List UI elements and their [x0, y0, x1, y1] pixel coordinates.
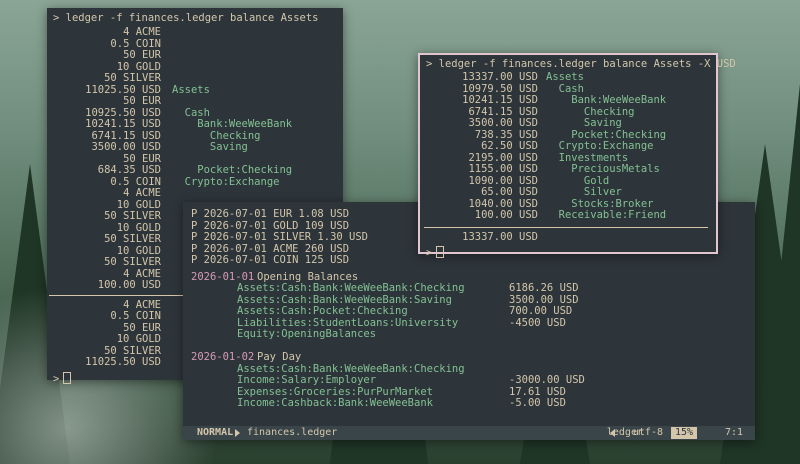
- balance-amount: 100.00 USD: [474, 209, 538, 221]
- balance-amount: 3500.00 USD: [91, 141, 161, 153]
- statusline-cursor-position: 7:1: [724, 427, 743, 438]
- posting-amount: 6186.26 USD: [509, 282, 579, 294]
- posting-amount: -5.00 USD: [509, 397, 566, 409]
- statusline-separator: [235, 429, 240, 437]
- balance-amount: 1155.00 USD: [468, 163, 538, 175]
- posting-amount: -4500 USD: [509, 316, 566, 329]
- balance-account: Assets: [546, 71, 584, 83]
- price-directive: P 2026-07-01 EUR 1.08 USD: [191, 208, 350, 220]
- mode-indicator: NORMAL: [197, 427, 234, 438]
- transaction-description: Pay Day: [257, 351, 302, 363]
- terminal-prompt: >: [53, 371, 72, 384]
- statusline-separator-right: [610, 429, 615, 437]
- posting-amount: 700.00 USD: [509, 305, 573, 317]
- balance-account: Assets: [172, 83, 210, 96]
- command-line: > ledger -f finances.ledger balance Asse…: [53, 12, 319, 24]
- price-directive: P 2026-07-01 SILVER 1.30 USD: [191, 231, 369, 243]
- balance-account: Bank:WeeWeeBank: [546, 94, 667, 106]
- command-line: > ledger -f finances.ledger balance Asse…: [426, 58, 736, 70]
- balance-total: 13337.00 USD: [462, 230, 538, 243]
- balance-account: Crypto:Exchange: [546, 140, 654, 152]
- balance-amount: 4 ACME: [123, 187, 161, 199]
- posting-account: Assets:Cash:Pocket:Checking: [237, 305, 408, 317]
- balance-account: Receivable:Friend: [546, 209, 667, 221]
- balance-account: Pocket:Checking: [172, 164, 293, 176]
- posting-amount: -3000.00 USD: [509, 374, 585, 386]
- statusline-percent: 15%: [670, 427, 697, 439]
- editor-statusline: NORMAL finances.ledger ledger utf-8 15% …: [183, 426, 755, 440]
- balance-account: PreciousMetals: [546, 163, 660, 175]
- posting-account: Income:Cashback:Bank:WeeWeeBank: [237, 397, 433, 409]
- balance-amount: 684.35 USD: [97, 164, 161, 176]
- balance-account: Bank:WeeWeeBank: [172, 118, 293, 130]
- statusline-encoding: utf-8: [632, 427, 663, 438]
- statusline-filename: finances.ledger: [247, 427, 338, 438]
- posting-account: Assets:Cash:Bank:WeeWeeBank:Checking: [237, 282, 465, 294]
- balance-amount: 50 SILVER: [104, 233, 161, 245]
- balance-amount: 13337.00 USD: [462, 71, 538, 83]
- transaction-date: 2026-01-02: [191, 351, 255, 363]
- balance-amount: 10241.15 USD: [85, 118, 161, 130]
- terminal-prompt: >: [426, 246, 445, 259]
- balance-account: Saving: [172, 141, 248, 153]
- balance-total: 0.5 COIN: [110, 310, 161, 322]
- balance-account: Saving: [546, 117, 622, 129]
- balance-amount: 50 EUR: [123, 95, 161, 107]
- balance-amount: 50 SILVER: [104, 72, 161, 84]
- balance-amount: 62.50 USD: [481, 140, 538, 152]
- balance-total: 11025.50 USD: [85, 356, 161, 368]
- cursor-block: [436, 246, 445, 258]
- balance-account: Crypto:Exchange: [172, 175, 280, 188]
- balance-amount: 4 ACME: [123, 26, 161, 38]
- posting-account: Income:Salary:Employer: [237, 374, 377, 386]
- total-separator-line: [424, 226, 708, 228]
- balance-amount: 10241.15 USD: [462, 94, 538, 106]
- balance-amount: 50 SILVER: [104, 256, 161, 268]
- posting-account: Equity:OpeningBalances: [237, 328, 377, 340]
- balance-amount: 65.00 USD: [481, 186, 538, 198]
- balance-amount: 3500.00 USD: [468, 117, 538, 129]
- price-directive: P 2026-07-01 COIN 125 USD: [191, 254, 350, 266]
- balance-total: 10 GOLD: [116, 333, 161, 345]
- balance-amount: 100.00 USD: [97, 279, 161, 291]
- balance-amount: 50 EUR: [123, 49, 161, 61]
- balance-amount: 50 SILVER: [104, 210, 161, 222]
- cursor-block: [63, 371, 72, 384]
- balance-account: Silver: [546, 186, 622, 198]
- terminal-window-right[interactable]: > ledger -f finances.ledger balance Asse…: [418, 53, 736, 259]
